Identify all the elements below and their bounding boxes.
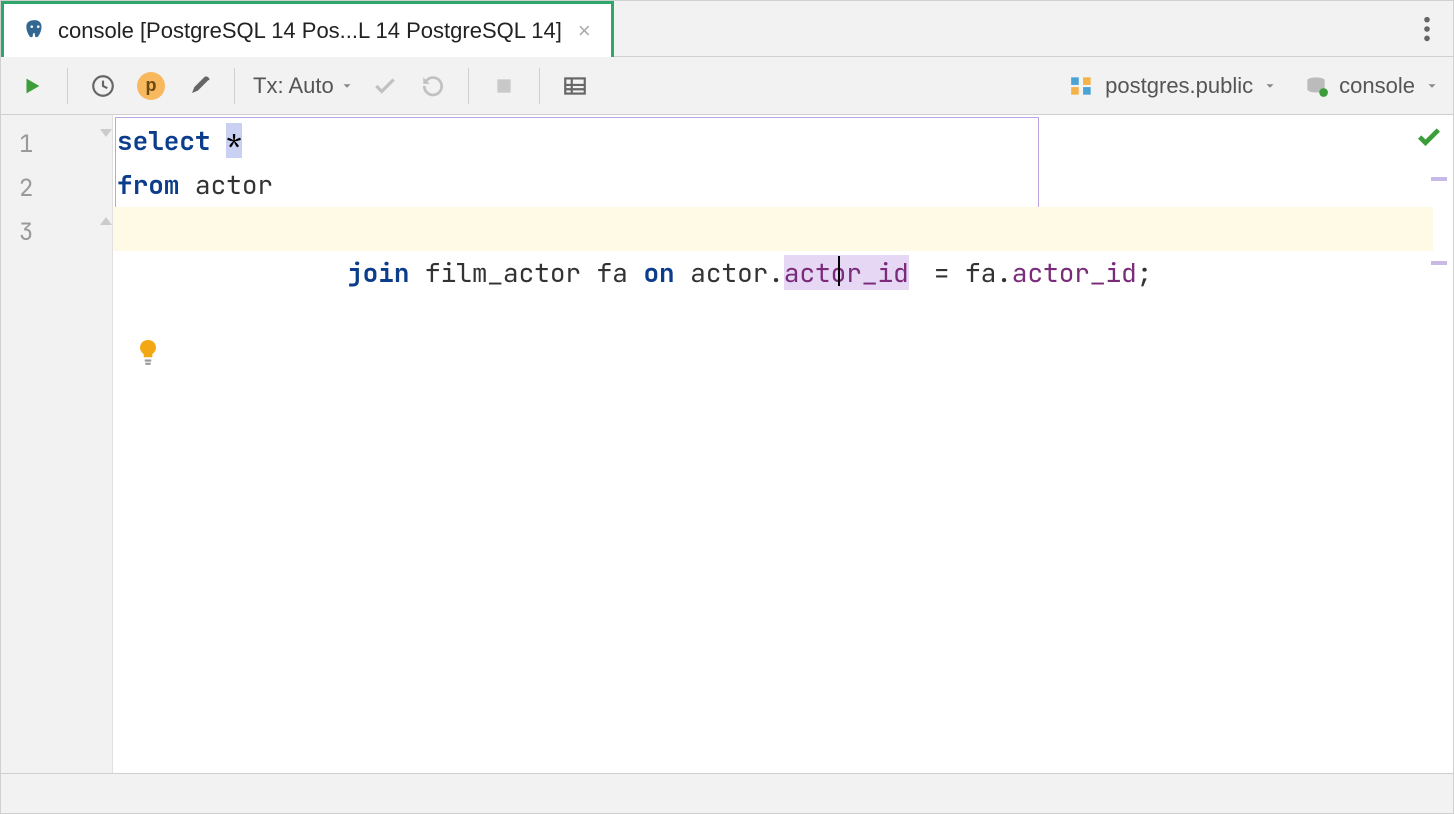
session-selector[interactable]: console <box>1303 73 1439 99</box>
rollback-button[interactable] <box>416 69 450 103</box>
schema-selector[interactable]: postgres.public <box>1069 73 1277 99</box>
datasource-icon <box>1303 75 1329 97</box>
tx-mode-dropdown[interactable]: Tx: Auto <box>253 73 354 99</box>
sql-toolbar: p Tx: Auto postgres.public console <box>1 57 1453 115</box>
error-stripe-mark[interactable] <box>1431 261 1447 265</box>
intention-bulb-icon[interactable] <box>137 251 262 455</box>
line-number: 3 <box>19 211 49 255</box>
code-line: from actor <box>117 163 1453 207</box>
schema-icon <box>1069 75 1095 97</box>
sql-editor[interactable]: 1 2 3 select * from actor join film_acto… <box>1 115 1453 773</box>
error-stripe-mark[interactable] <box>1431 177 1447 181</box>
playground-badge[interactable]: p <box>134 69 168 103</box>
settings-button[interactable] <box>182 69 216 103</box>
text-caret <box>838 256 840 286</box>
history-button[interactable] <box>86 69 120 103</box>
editor-tab-bar: console [PostgreSQL 14 Pos...L 14 Postgr… <box>1 1 1453 57</box>
line-number: 2 <box>19 167 49 211</box>
editor-tab-console[interactable]: console [PostgreSQL 14 Pos...L 14 Postgr… <box>1 1 614 57</box>
run-button[interactable] <box>15 69 49 103</box>
view-as-table-button[interactable] <box>558 69 592 103</box>
stop-button[interactable] <box>487 69 521 103</box>
line-number: 1 <box>19 123 49 167</box>
postgres-icon <box>22 18 48 44</box>
code-line: select * <box>117 119 1453 163</box>
fold-handle-icon[interactable] <box>98 213 114 229</box>
more-menu-button[interactable] <box>1401 1 1453 56</box>
analysis-ok-icon[interactable] <box>1415 123 1443 151</box>
editor-code-area[interactable]: select * from actor join film_actor fa o… <box>113 115 1453 773</box>
commit-button[interactable] <box>368 69 402 103</box>
code-line-current: join film_actor fa on actor.actor_id = f… <box>113 207 1433 251</box>
editor-gutter: 1 2 3 <box>1 115 113 773</box>
status-bar <box>1 773 1453 813</box>
tab-title: console [PostgreSQL 14 Pos...L 14 Postgr… <box>58 18 562 44</box>
close-icon[interactable]: × <box>578 18 591 44</box>
fold-handle-icon[interactable] <box>98 125 114 141</box>
